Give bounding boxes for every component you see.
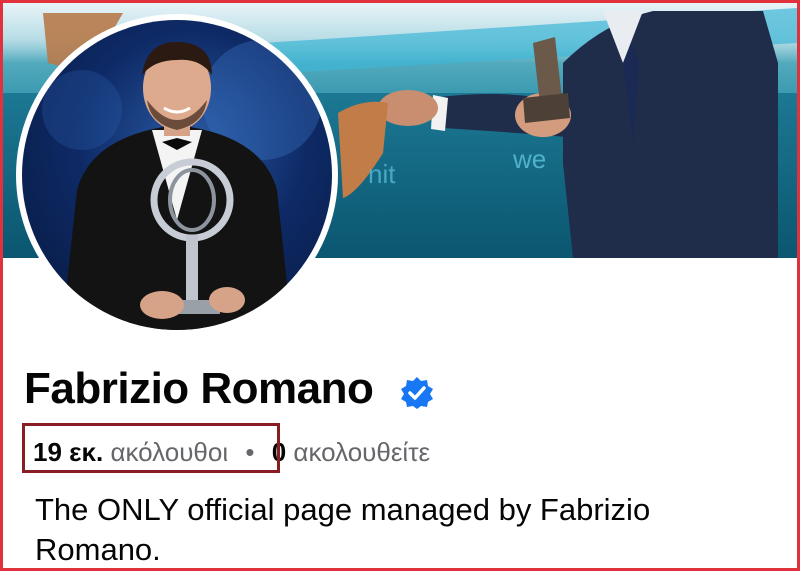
profile-stats: 19 εκ. ακόλουθοι • 0 ακολουθείτε <box>22 423 430 473</box>
profile-picture[interactable] <box>16 14 338 336</box>
profile-name: Fabrizio Romano <box>24 364 374 413</box>
following-link[interactable]: 0 ακολουθείτε <box>272 437 430 467</box>
verified-badge-icon <box>400 376 434 410</box>
followers-highlight-box <box>22 423 280 473</box>
following-label: ακολουθείτε <box>293 437 431 467</box>
profile-bio: The ONLY official page managed by Fabriz… <box>35 492 651 567</box>
svg-text:nit: nit <box>368 159 396 189</box>
svg-text:we: we <box>512 144 546 174</box>
